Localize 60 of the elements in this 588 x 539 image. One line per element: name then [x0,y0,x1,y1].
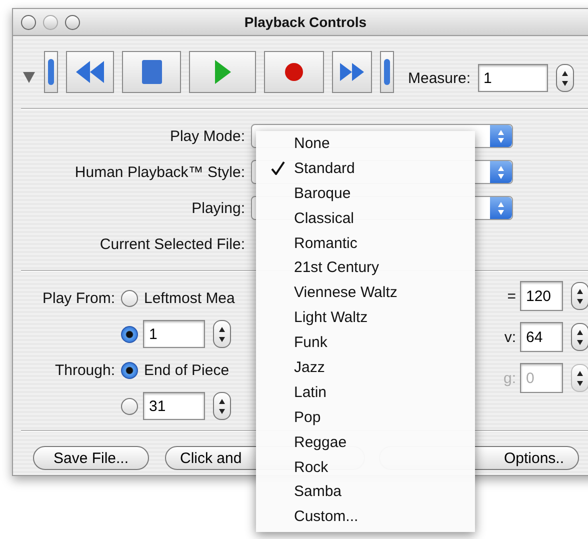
zoom-button[interactable] [65,14,80,30]
measure-number-field[interactable]: 31 [143,392,205,420]
menu-item[interactable]: None [256,131,475,156]
form-label: Play Mode: [168,128,245,144]
fast-forward-button[interactable] [332,51,372,93]
menu-item[interactable]: Viennese Waltz [256,280,475,306]
field-label: v: [503,328,516,346]
menu-item[interactable]: Latin [256,380,475,405]
disclosure-triangle-icon[interactable] [23,72,35,82]
form-label: Human Playback™ Style: [74,164,245,180]
menu-item[interactable]: Funk [256,330,475,356]
number-field[interactable]: 120 [520,281,563,311]
measure-label: Measure: [408,70,471,86]
stepper-control[interactable] [556,64,574,92]
menu-item[interactable]: Light Waltz [256,305,475,330]
measure-number-field[interactable]: 1 [143,320,205,348]
menu-item[interactable]: Custom... [256,504,475,530]
save-file-button[interactable]: Save File... [33,446,149,470]
range-label: Play From: [42,290,115,306]
measure-field[interactable]: 1 [478,64,548,92]
radio-button[interactable] [121,398,138,414]
stop-button[interactable] [122,51,181,93]
menu-item[interactable]: Standard [256,156,475,181]
radio-button[interactable] [121,290,138,306]
record-icon [285,63,303,81]
play-button[interactable] [189,51,256,93]
radio-label: End of Piece [144,362,230,378]
menu-item[interactable]: Jazz [256,355,475,380]
form-label: Playing: [190,200,245,216]
stepper-control[interactable] [571,282,588,310]
radio-button[interactable] [121,362,138,378]
menu-item[interactable]: Classical [256,206,475,231]
rewind-icon [76,61,104,83]
stop-icon [142,60,162,84]
field-label: g: [502,370,516,386]
window-title: Playback Controls [243,14,368,30]
fast-forward-icon [340,63,364,81]
range-label: Through: [54,362,115,378]
menu-item[interactable]: Pop [256,404,475,430]
bar-icon [384,59,390,85]
rewind-button[interactable] [66,51,114,93]
radio-button[interactable] [121,326,138,342]
menu-item[interactable]: Romantic [256,230,475,256]
form-label: Current Selected File: [98,236,245,252]
menu-item[interactable]: 21st Century [256,255,475,280]
field-label: = [506,288,516,304]
bar-icon [48,59,54,85]
number-field[interactable]: 64 [520,322,563,352]
stepper-control[interactable] [571,323,588,351]
record-button[interactable] [264,51,324,93]
stepper-control[interactable] [213,392,231,420]
stepper-control[interactable] [213,320,231,348]
stepper-control[interactable] [571,364,588,392]
end-button[interactable] [380,51,394,93]
menu-item[interactable]: Samba [256,479,475,504]
start-button[interactable] [44,51,58,93]
radio-label: Leftmost Mea [144,290,235,306]
close-button[interactable] [21,14,36,30]
menu-item[interactable]: Baroque [256,180,475,206]
play-icon [214,60,230,84]
